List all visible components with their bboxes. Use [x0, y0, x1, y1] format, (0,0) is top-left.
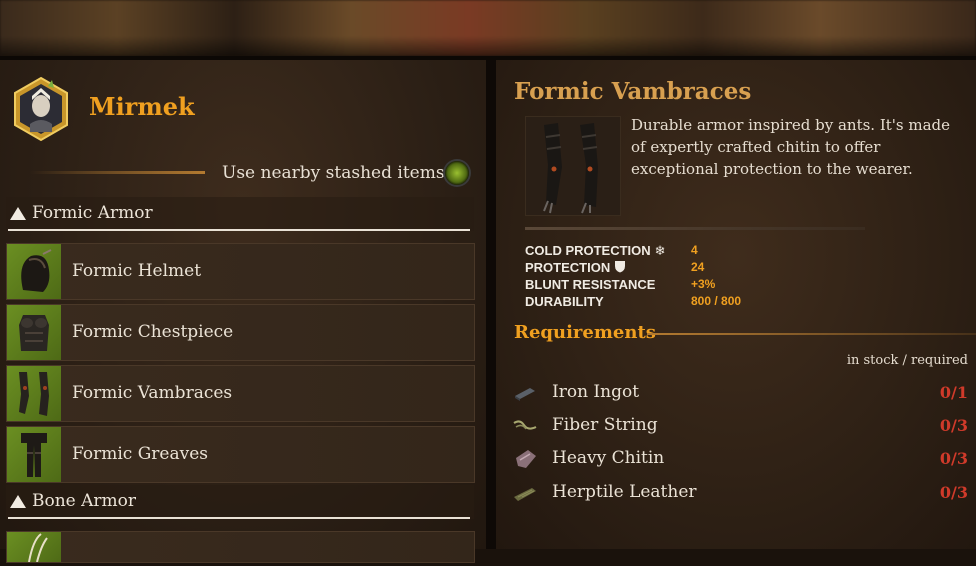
vambraces-icon [7, 366, 61, 421]
nearby-divider [30, 171, 205, 174]
requirement-name: Fiber String [552, 415, 658, 435]
category-underline [8, 229, 470, 231]
category-bone-armor[interactable]: Bone Armor [6, 485, 474, 519]
item-name: Formic Vambraces [72, 383, 233, 403]
category-label: Bone Armor [32, 491, 137, 511]
detail-title: Formic Vambraces [514, 78, 752, 105]
category-underline [8, 517, 470, 519]
heavy-chitin-icon [512, 448, 538, 470]
item-name: Formic Greaves [72, 444, 208, 464]
category-formic-armor[interactable]: Formic Armor [6, 197, 474, 231]
requirement-count: 0/3 [939, 483, 968, 502]
stat-label: COLD PROTECTION [525, 243, 651, 258]
helmet-icon [7, 244, 61, 299]
recipe-item-formic-vambraces[interactable]: Formic Vambraces [6, 365, 475, 422]
requirement-herptile-leather: Herptile Leather 0/3 [510, 478, 976, 508]
category-label: Formic Armor [32, 203, 153, 223]
bone-item-icon [7, 532, 61, 563]
stat-label: PROTECTION [525, 260, 611, 275]
recipe-item-formic-chestpiece[interactable]: Formic Chestpiece [6, 304, 475, 361]
recipe-item-formic-helmet[interactable]: Formic Helmet [6, 243, 475, 300]
requirement-name: Heavy Chitin [552, 448, 665, 468]
requirement-heavy-chitin: Heavy Chitin 0/3 [510, 444, 976, 474]
requirements-divider [647, 333, 976, 335]
snowflake-icon: ❄ [654, 243, 666, 258]
requirement-count: 0/3 [939, 449, 968, 468]
iron-ingot-icon [512, 382, 538, 404]
fiber-string-icon [512, 415, 538, 437]
requirement-iron-ingot: Iron Ingot 0/1 [510, 378, 976, 408]
shield-icon [614, 260, 626, 275]
stat-label: BLUNT RESISTANCE [525, 277, 656, 292]
item-name: Formic Chestpiece [72, 322, 234, 342]
stat-value: 800 / 800 [691, 294, 742, 308]
stock-header: in stock / required [846, 353, 968, 368]
requirement-name: Herptile Leather [552, 482, 697, 502]
recipe-item-partial[interactable] [6, 531, 475, 563]
stat-value: +3% [691, 277, 716, 291]
chestpiece-icon [7, 305, 61, 360]
collapse-triangle-icon [10, 207, 26, 220]
requirement-count: 0/1 [939, 383, 968, 402]
detail-description: Durable armor inspired by ants. It's mad… [631, 116, 951, 178]
requirement-fiber-string: Fiber String 0/3 [510, 411, 976, 441]
detail-separator [525, 227, 865, 230]
vambraces-icon [525, 116, 621, 216]
stat-value: 4 [691, 243, 698, 257]
item-name: Formic Helmet [72, 261, 202, 281]
requirement-name: Iron Ingot [552, 382, 640, 402]
stat-label: DURABILITY [525, 294, 604, 309]
character-name: Mirmek [89, 92, 195, 121]
nearby-items-label: Use nearby stashed items [222, 163, 445, 183]
herptile-leather-icon [512, 482, 538, 504]
requirement-count: 0/3 [939, 416, 968, 435]
greaves-icon [7, 427, 61, 482]
panel-gap [486, 60, 496, 549]
background-banner [0, 0, 976, 56]
character-portrait [12, 76, 70, 142]
recipe-item-formic-greaves[interactable]: Formic Greaves [6, 426, 475, 483]
nearby-items-toggle[interactable] [445, 161, 469, 185]
stat-value: 24 [691, 260, 705, 274]
requirements-title: Requirements [514, 322, 656, 343]
collapse-triangle-icon [10, 495, 26, 508]
